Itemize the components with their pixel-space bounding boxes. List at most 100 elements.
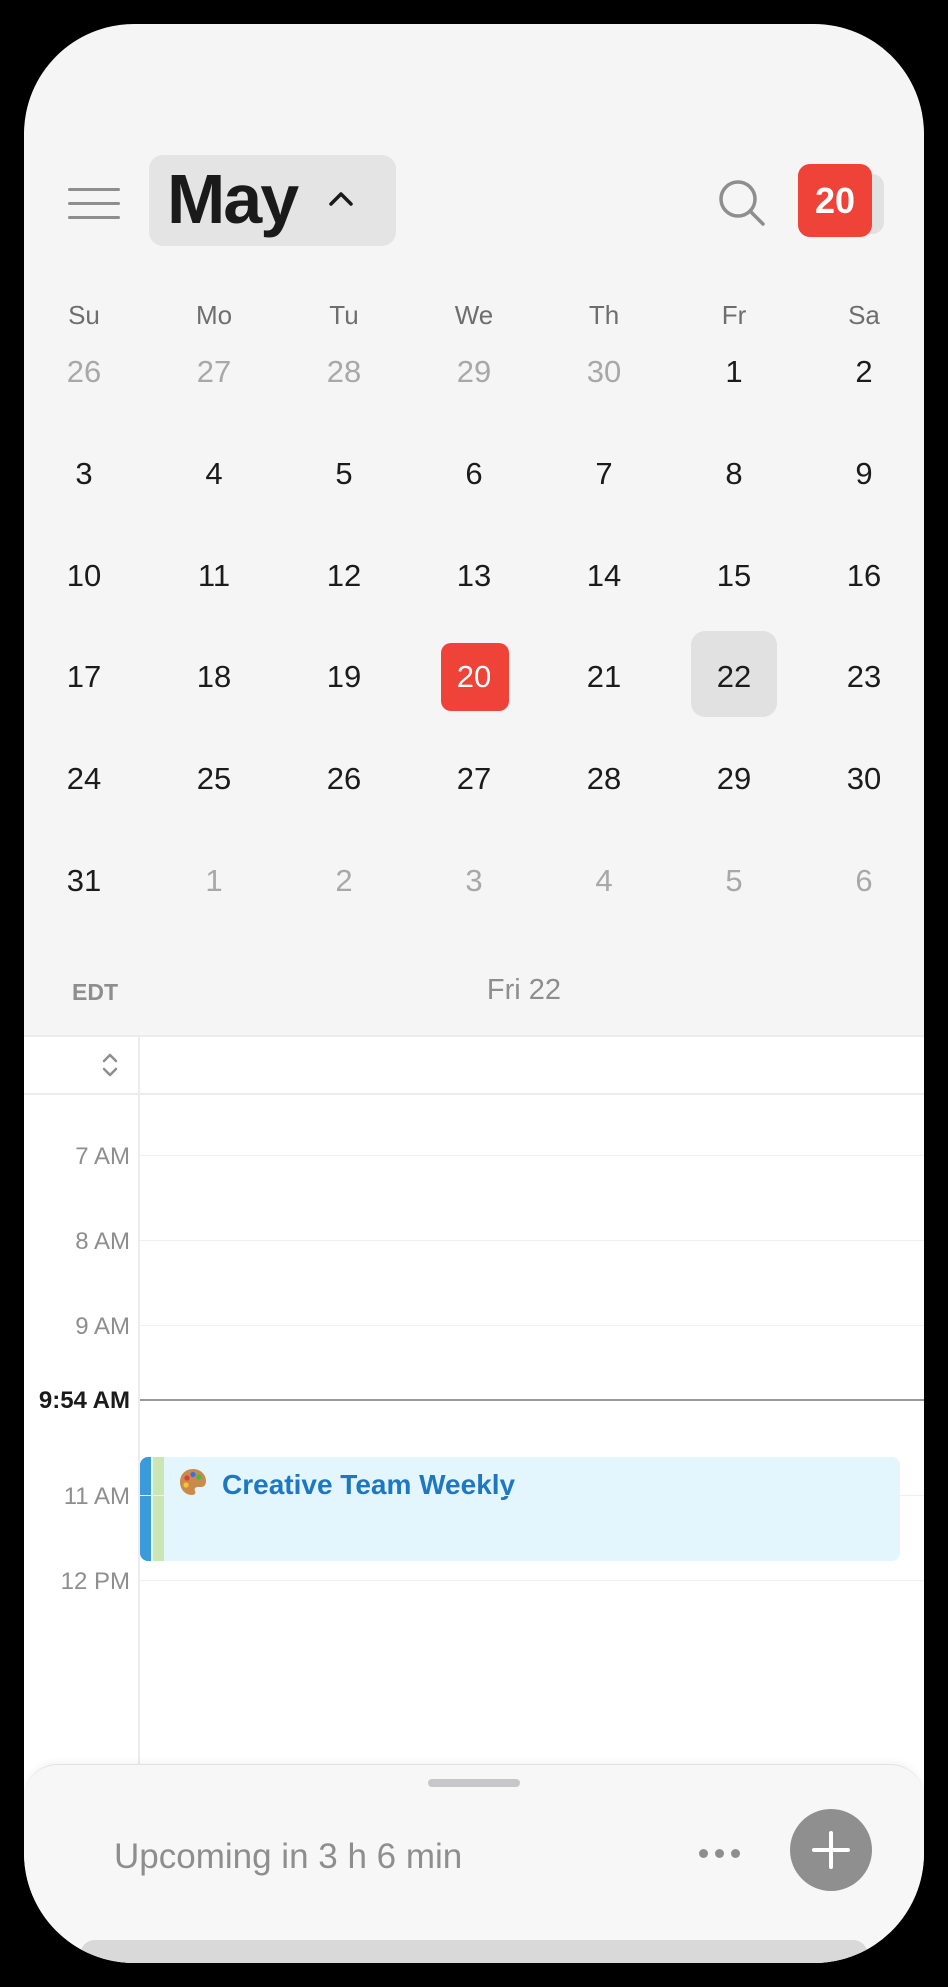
day-number: 30 — [846, 761, 882, 796]
day-number: 26 — [326, 761, 362, 796]
day-number: 29 — [456, 354, 492, 389]
day-cell[interactable]: 31 — [39, 841, 129, 921]
day-cell[interactable]: 26 — [39, 332, 129, 412]
day-number: 7 — [595, 456, 613, 491]
day-number: 2 — [335, 863, 353, 898]
day-cell[interactable]: 26 — [299, 739, 389, 819]
home-indicator — [80, 1940, 868, 1963]
day-number: 3 — [465, 863, 483, 898]
day-number: 29 — [716, 761, 752, 796]
day-cell[interactable]: 27 — [429, 739, 519, 819]
day-number: 1 — [205, 863, 223, 898]
day-number: 31 — [66, 863, 102, 898]
day-cell[interactable]: 9 — [819, 434, 909, 514]
day-number: 10 — [66, 558, 102, 593]
day-cell[interactable]: 13 — [429, 536, 519, 616]
day-number: 27 — [456, 761, 492, 796]
day-cell[interactable]: 14 — [559, 536, 649, 616]
day-cell[interactable]: 28 — [299, 332, 389, 412]
day-cell[interactable]: 2 — [299, 841, 389, 921]
day-cell[interactable]: 29 — [689, 739, 779, 819]
day-cell[interactable]: 19 — [299, 637, 389, 717]
day-number: 11 — [197, 558, 231, 593]
day-cell[interactable]: 12 — [299, 536, 389, 616]
hour-label: 9 AM — [75, 1313, 130, 1340]
day-cell[interactable]: 11 — [169, 536, 259, 616]
bottom-sheet[interactable]: Upcoming in 3 h 6 min — [24, 1764, 924, 1963]
day-number: 8 — [725, 456, 743, 491]
day-cell[interactable]: 25 — [169, 739, 259, 819]
day-number: 28 — [326, 354, 362, 389]
current-time-label: 9:54 AM — [38, 1387, 130, 1414]
day-cell[interactable]: 1 — [169, 841, 259, 921]
event-title: Creative Team Weekly — [222, 1469, 516, 1500]
day-cell[interactable]: 5 — [689, 841, 779, 921]
hour-label: 8 AM — [75, 1228, 130, 1255]
day-number: 12 — [326, 558, 362, 593]
day-cell[interactable]: 4 — [169, 434, 259, 514]
day-number: 28 — [586, 761, 622, 796]
hour-label: 7 AM — [75, 1143, 130, 1170]
day-number: 18 — [196, 659, 232, 694]
day-cell[interactable]: 21 — [559, 637, 649, 717]
day-cell[interactable]: 3 — [39, 434, 129, 514]
day-cell[interactable]: 29 — [429, 332, 519, 412]
day-cell[interactable]: 15 — [689, 536, 779, 616]
day-cell-today[interactable]: 20 — [429, 637, 519, 717]
timezone-label: EDT — [72, 979, 118, 1005]
day-number: 19 — [326, 659, 362, 694]
day-number: 2 — [855, 354, 873, 389]
add-event-button[interactable] — [790, 1809, 872, 1891]
day-cell[interactable]: 5 — [299, 434, 389, 514]
day-cell[interactable]: 27 — [169, 332, 259, 412]
day-number: 21 — [586, 659, 622, 694]
day-cell[interactable]: 28 — [559, 739, 649, 819]
day-cell[interactable]: 30 — [819, 739, 909, 819]
day-cell[interactable]: 1 — [689, 332, 779, 412]
day-number: 16 — [846, 558, 882, 593]
day-cell[interactable]: 8 — [689, 434, 779, 514]
hour-label: 12 PM — [60, 1568, 130, 1595]
day-number: 4 — [595, 863, 613, 898]
day-cell[interactable]: 6 — [819, 841, 909, 921]
day-cell[interactable]: 4 — [559, 841, 649, 921]
day-number: 17 — [66, 659, 102, 694]
day-number: 3 — [75, 456, 93, 491]
day-cell[interactable]: 18 — [169, 637, 259, 717]
day-number: 5 — [725, 863, 743, 898]
calendar-color-bar — [140, 1457, 151, 1561]
day-number: 23 — [846, 659, 882, 694]
day-number: 1 — [725, 354, 743, 389]
month-grid: 26 27 28 29 30 1 2 3 4 5 6 7 8 9 10 11 12 13 14 15 16 17 18 19 2… — [24, 24, 924, 924]
day-cell[interactable]: 7 — [559, 434, 649, 514]
day-number: 4 — [205, 456, 223, 491]
day-number: 13 — [456, 558, 492, 593]
sheet-grabber[interactable] — [428, 1779, 520, 1787]
day-timeline[interactable]: 7 AM 8 AM 9 AM 9:54 AM Creative Team Wee… — [24, 1035, 924, 1837]
day-cell[interactable]: 3 — [429, 841, 519, 921]
day-cell[interactable]: 17 — [39, 637, 129, 717]
day-number: 6 — [855, 863, 873, 898]
selected-date-label: Fri 22 — [486, 974, 562, 1006]
all-day-row[interactable] — [24, 1037, 924, 1095]
day-number: 20 — [456, 659, 492, 694]
event-creative-team-weekly[interactable]: Creative Team Weekly — [140, 1457, 900, 1561]
phone-screen: May 20 Su Mo Tu We Th Fr Sa 26 27 28 29 30 1 2 3 4 5 6 7 8… — [24, 24, 924, 1963]
day-cell[interactable]: 6 — [429, 434, 519, 514]
upcoming-text: Upcoming in 3 h 6 min — [114, 1837, 463, 1876]
day-cell-selected[interactable]: 22 — [689, 631, 779, 717]
day-number: 14 — [586, 558, 622, 593]
day-cell[interactable]: 16 — [819, 536, 909, 616]
day-number: 6 — [465, 456, 483, 491]
day-cell[interactable]: 2 — [819, 332, 909, 412]
day-number: 5 — [335, 456, 353, 491]
day-number: 9 — [855, 456, 873, 491]
palette-icon — [180, 1469, 206, 1495]
day-number: 15 — [716, 558, 752, 593]
expand-collapse-icon[interactable] — [100, 1049, 120, 1081]
more-options-icon[interactable] — [699, 1849, 743, 1861]
day-cell[interactable]: 30 — [559, 332, 649, 412]
day-cell[interactable]: 10 — [39, 536, 129, 616]
day-cell[interactable]: 23 — [819, 637, 909, 717]
day-cell[interactable]: 24 — [39, 739, 129, 819]
